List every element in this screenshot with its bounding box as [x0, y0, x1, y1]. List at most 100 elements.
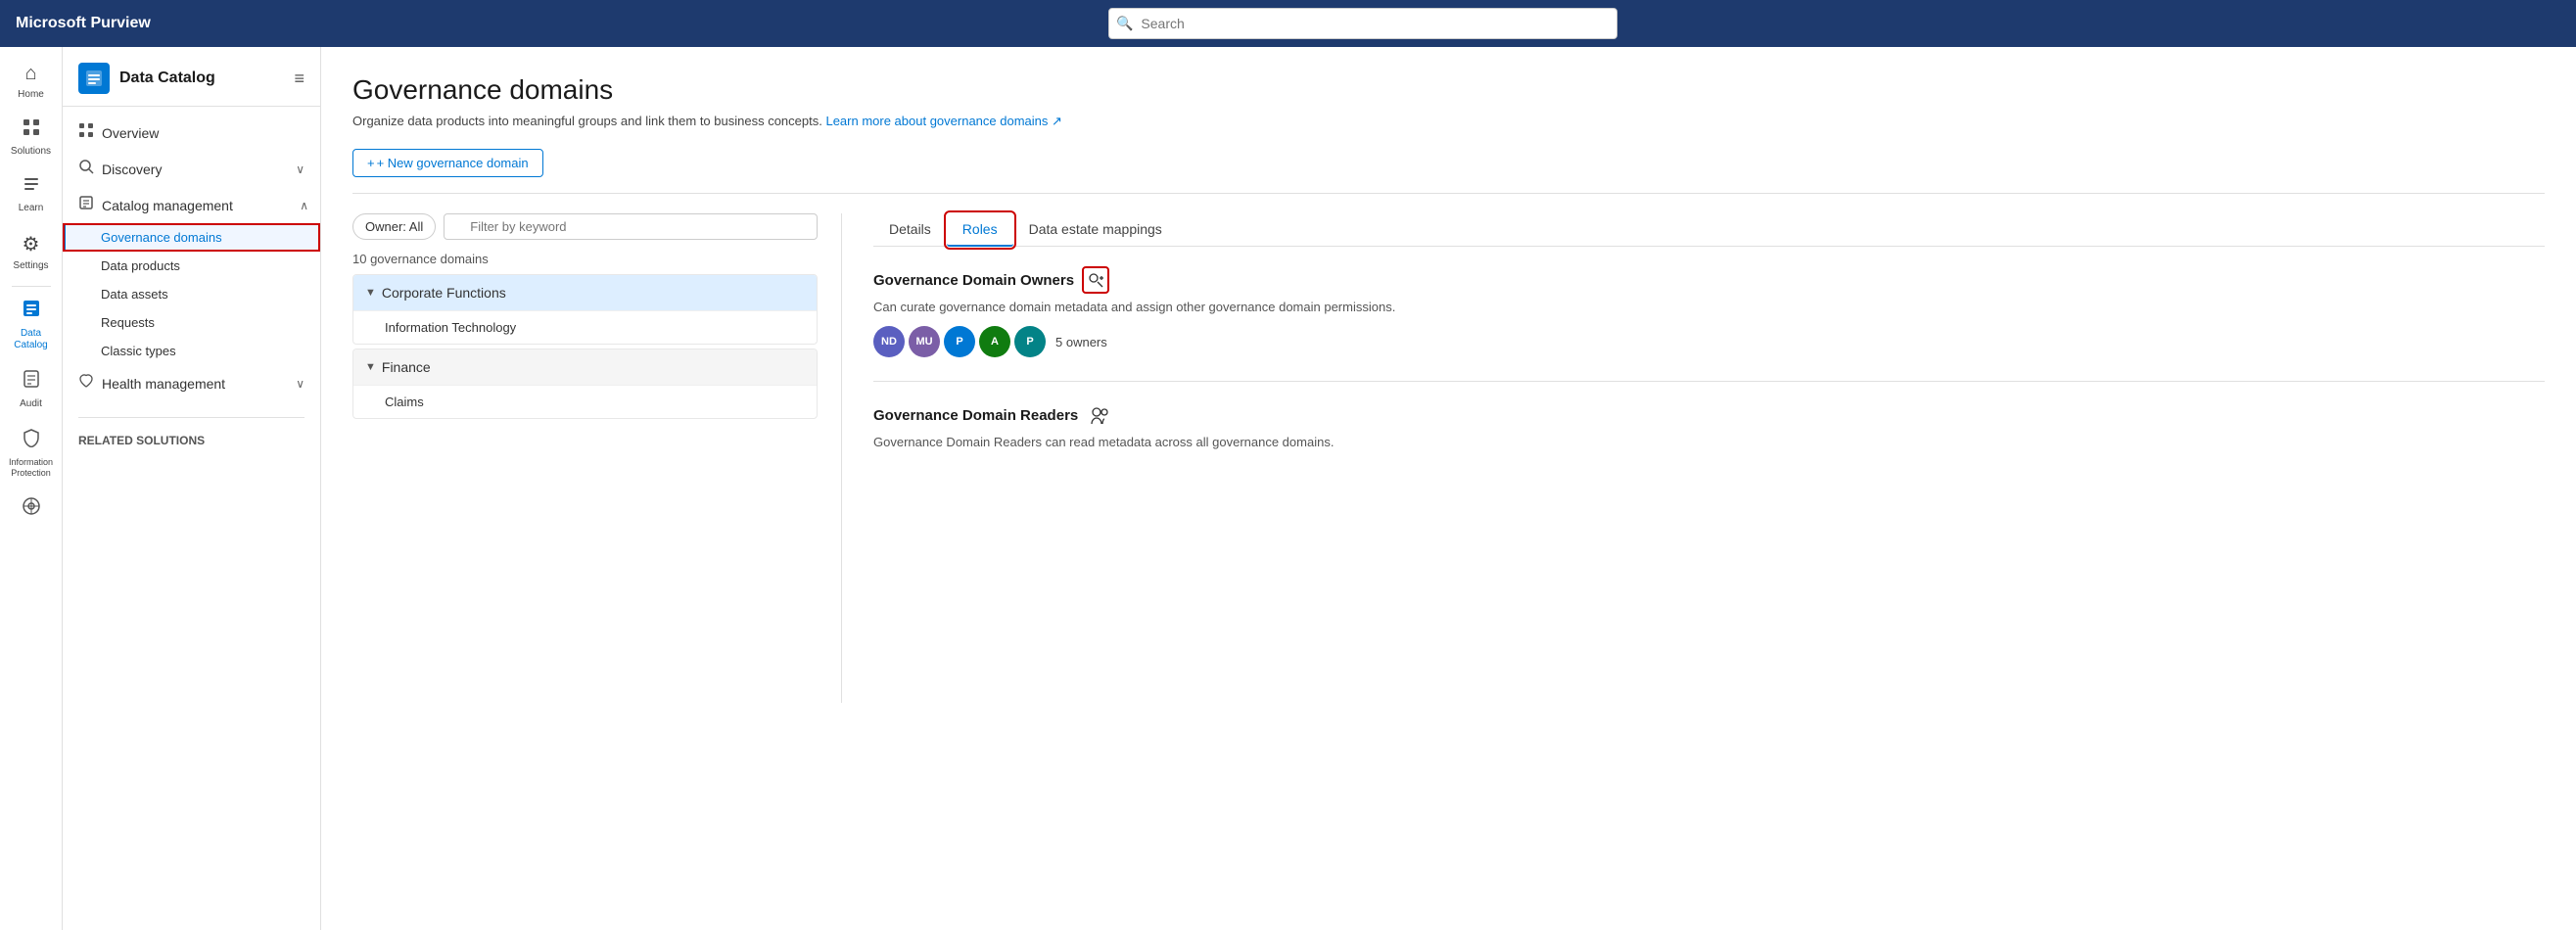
discovery-label: Discovery	[102, 162, 288, 177]
info-protection-icon	[23, 428, 40, 453]
audit-icon	[23, 369, 40, 395]
list-panel: Owner: All 10 governance domains ▼	[352, 213, 842, 703]
solutions-label: Solutions	[11, 146, 51, 158]
add-owners-button[interactable]	[1082, 266, 1109, 294]
domains-count: 10 governance domains	[352, 252, 818, 266]
avatar-a[interactable]: A	[979, 326, 1010, 357]
governance-domains-label: Governance domains	[101, 230, 222, 245]
roles-divider	[873, 381, 2545, 382]
classic-types-label: Classic types	[101, 344, 176, 358]
readers-description: Governance Domain Readers can read metad…	[873, 435, 2545, 449]
sidebar-divider	[78, 417, 304, 418]
finance-label: Finance	[382, 359, 431, 375]
page-description: Organize data products into meaningful g…	[352, 114, 2545, 129]
sidebar-item-info-protection[interactable]: Information Protection	[4, 420, 59, 487]
domain-child-claims[interactable]: Claims	[353, 385, 817, 418]
governance-domain-owners-section: Governance Domain Owners Can curate gove…	[873, 266, 2545, 357]
data-assets-label: Data assets	[101, 287, 168, 302]
sidebar-child-governance-domains[interactable]: Governance domains	[63, 223, 320, 252]
owners-avatars: ND MU P A P 5 owners	[873, 326, 2545, 357]
owners-title: Governance Domain Owners	[873, 272, 1074, 289]
avatar-p1[interactable]: P	[944, 326, 975, 357]
settings-icon: ⚙	[23, 232, 40, 256]
sidebar-child-requests[interactable]: Requests	[63, 308, 320, 337]
readers-title: Governance Domain Readers	[873, 407, 1078, 424]
avatar-nd[interactable]: ND	[873, 326, 905, 357]
sidebar-item-learn[interactable]: Learn	[4, 167, 59, 222]
sidebar-item-network[interactable]	[4, 488, 59, 534]
network-icon	[22, 496, 41, 522]
toolbar: + + New governance domain	[352, 149, 2545, 194]
data-catalog-icon	[22, 299, 41, 324]
app-body: ⌂ Home Solutions Learn ⚙ Settings Data C…	[0, 0, 2576, 930]
owners-section-header: Governance Domain Owners	[873, 266, 2545, 294]
catalog-management-icon	[78, 195, 94, 215]
catalog-management-chevron-icon: ∧	[300, 199, 308, 212]
overview-icon	[78, 122, 94, 143]
sidebar-item-catalog-management[interactable]: Catalog management ∧	[63, 187, 320, 223]
sidebar-child-data-products[interactable]: Data products	[63, 252, 320, 280]
health-management-icon	[78, 373, 94, 394]
domain-list: ▼ Corporate Functions Information Techno…	[352, 274, 818, 419]
health-management-chevron-icon: ∨	[296, 377, 304, 391]
sidebar: Data Catalog ≡ Overview Discovery ∨	[63, 47, 321, 930]
sidebar-child-data-assets[interactable]: Data assets	[63, 280, 320, 308]
governance-domain-readers-section: Governance Domain Readers Governance Dom…	[873, 401, 2545, 449]
domain-group-header-finance[interactable]: ▼ Finance	[353, 349, 817, 385]
search-icon: 🔍	[1116, 16, 1133, 32]
new-governance-domain-button[interactable]: + + New governance domain	[352, 149, 543, 177]
overview-label: Overview	[102, 125, 304, 141]
learn-label: Learn	[19, 203, 44, 214]
corporate-functions-label: Corporate Functions	[382, 285, 506, 301]
sidebar-item-overview[interactable]: Overview	[63, 115, 320, 151]
sidebar-header: Data Catalog ≡	[63, 47, 320, 107]
new-button-plus-icon: +	[367, 156, 375, 170]
hamburger-button[interactable]: ≡	[294, 69, 304, 89]
search-input[interactable]	[1108, 8, 1617, 39]
tab-data-estate-mappings[interactable]: Data estate mappings	[1013, 213, 1178, 247]
sidebar-item-settings[interactable]: ⚙ Settings	[4, 224, 59, 280]
filter-input-wrap	[444, 213, 818, 240]
sidebar-item-discovery[interactable]: Discovery ∨	[63, 151, 320, 187]
sidebar-child-classic-types[interactable]: Classic types	[63, 337, 320, 365]
learn-more-link[interactable]: Learn more about governance domains ↗	[825, 114, 1061, 128]
top-nav: Microsoft Purview 🔍	[0, 0, 2576, 47]
solutions-icon	[23, 118, 40, 142]
requests-label: Requests	[101, 315, 155, 330]
sidebar-catalog-icon	[78, 63, 110, 94]
owners-count: 5 owners	[1055, 335, 1107, 349]
domain-child-information-technology[interactable]: Information Technology	[353, 310, 817, 344]
discovery-chevron-icon: ∨	[296, 163, 304, 176]
avatar-mu[interactable]: MU	[909, 326, 940, 357]
data-products-label: Data products	[101, 258, 180, 273]
info-protection-label: Information Protection	[8, 457, 55, 479]
sidebar-item-solutions[interactable]: Solutions	[4, 111, 59, 165]
content-split: Owner: All 10 governance domains ▼	[352, 213, 2545, 703]
owner-filter-button[interactable]: Owner: All	[352, 213, 436, 240]
discovery-icon	[78, 159, 94, 179]
domain-group-corporate-functions: ▼ Corporate Functions Information Techno…	[352, 274, 818, 345]
filter-bar: Owner: All	[352, 213, 818, 240]
sidebar-item-audit[interactable]: Audit	[4, 361, 59, 418]
sidebar-item-data-catalog[interactable]: Data Catalog	[4, 291, 59, 359]
sidebar-title: Data Catalog	[119, 70, 215, 87]
data-catalog-label: Data Catalog	[8, 328, 55, 351]
settings-label: Settings	[13, 260, 48, 272]
avatar-p2[interactable]: P	[1014, 326, 1046, 357]
tab-details[interactable]: Details	[873, 213, 947, 247]
sidebar-item-home[interactable]: ⌂ Home	[4, 55, 59, 109]
home-icon: ⌂	[24, 63, 36, 85]
tab-roles[interactable]: Roles	[947, 213, 1013, 247]
search-container: 🔍	[1108, 8, 1617, 39]
page-title: Governance domains	[352, 74, 2545, 106]
sidebar-item-health-management[interactable]: Health management ∨	[63, 365, 320, 401]
owners-description: Can curate governance domain metadata an…	[873, 300, 2545, 314]
home-label: Home	[18, 89, 44, 101]
catalog-management-label: Catalog management	[102, 198, 292, 213]
rail-divider-1	[12, 286, 51, 287]
domain-group-header-corporate-functions[interactable]: ▼ Corporate Functions	[353, 275, 817, 310]
keyword-filter-input[interactable]	[444, 213, 818, 240]
readers-icon	[1086, 401, 1113, 429]
main-content: Governance domains Organize data product…	[321, 47, 2576, 930]
icon-rail: ⌂ Home Solutions Learn ⚙ Settings Data C…	[0, 47, 63, 930]
